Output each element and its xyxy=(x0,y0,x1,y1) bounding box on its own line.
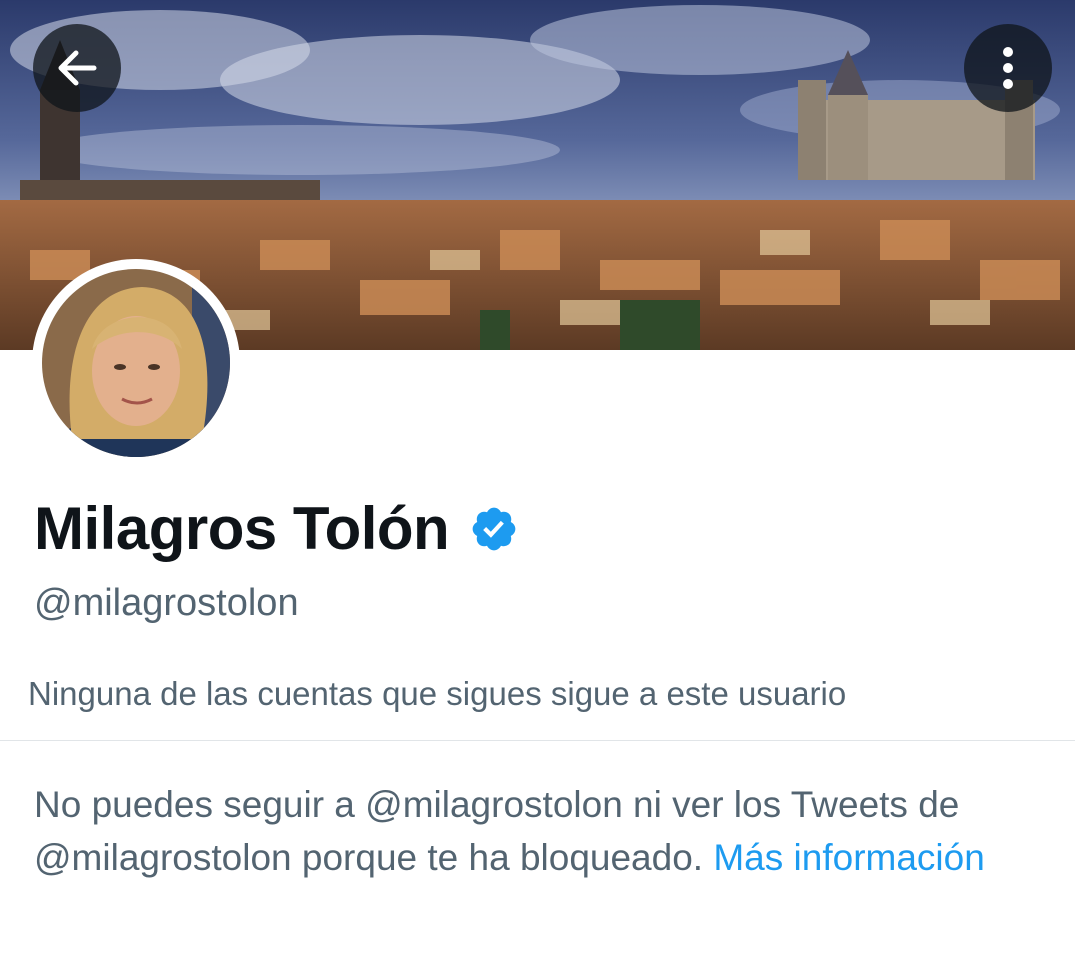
arrow-left-icon xyxy=(58,50,97,86)
more-info-link[interactable]: Más información xyxy=(713,837,984,878)
more-options-button[interactable] xyxy=(964,24,1052,112)
display-name: Milagros Tolón xyxy=(34,495,450,562)
profile-name-row: Milagros Tolón xyxy=(34,494,519,563)
more-vertical-icon xyxy=(1003,47,1013,89)
verified-badge-icon[interactable] xyxy=(469,504,519,554)
back-button[interactable] xyxy=(33,24,121,112)
followers-you-know-note: Ninguna de las cuentas que sigues sigue … xyxy=(28,675,847,712)
divider xyxy=(0,740,1075,741)
avatar-frame[interactable] xyxy=(32,259,240,467)
blocked-notice: No puedes seguir a @milagrostolon ni ver… xyxy=(34,778,1034,884)
profile-handle: @milagrostolon xyxy=(34,582,299,624)
avatar xyxy=(42,269,230,457)
